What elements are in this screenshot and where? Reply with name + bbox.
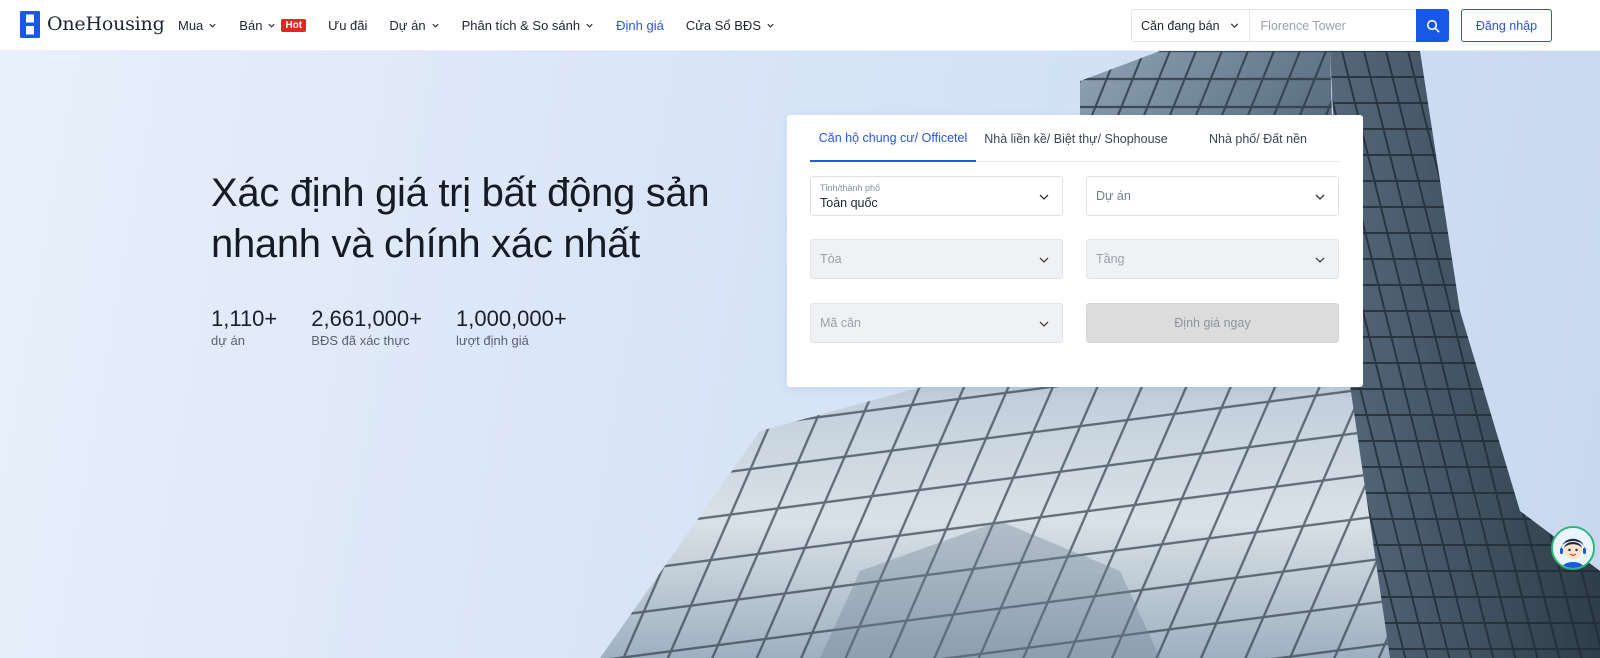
property-type-tabs: Căn hộ chung cư/ Officetel Nhà liền kề/ … [810, 115, 1340, 162]
nav-item-label: Cửa Sổ BĐS [685, 18, 761, 33]
search-icon [1426, 19, 1439, 32]
hero-headline-line-2: nhanh và chính xác nhất [211, 222, 640, 266]
nav-item-label: Ưu đãi [328, 18, 368, 33]
nav-item-label: Mua [178, 18, 204, 33]
unit-code-select[interactable]: Mã căn [810, 303, 1063, 343]
login-button[interactable]: Đăng nhập [1461, 9, 1552, 42]
tab-townhouse-villa[interactable]: Nhà liền kề/ Biệt thự/ Shophouse [976, 115, 1176, 162]
city-select-label: Tỉnh/thành phố [820, 183, 881, 193]
brand-logo[interactable]: OneHousing [20, 10, 165, 38]
tower-select[interactable]: Tòa [810, 239, 1063, 279]
nav-item-du-an[interactable]: Dự án [389, 18, 439, 33]
brand-name: OneHousing [47, 13, 165, 35]
chevron-down-icon [431, 23, 439, 28]
stat-projects: 1,110+ dự án [211, 305, 277, 348]
hot-badge: Hot [281, 19, 307, 32]
hero-headline: Xác định giá trị bất động sản nhanh và c… [211, 168, 771, 270]
chevron-down-icon [268, 23, 276, 28]
support-chat-button[interactable] [1551, 526, 1595, 570]
chevron-down-icon [1039, 321, 1049, 327]
chevron-down-icon [1315, 257, 1325, 263]
nav-item-dinh-gia[interactable]: Định giá [616, 18, 664, 33]
nav-item-phan-tich[interactable]: Phân tích & So sánh [462, 18, 595, 33]
floor-select[interactable]: Tầng [1086, 239, 1339, 279]
stat-label: lượt định giá [456, 333, 529, 348]
chevron-down-icon [1315, 194, 1325, 200]
chevron-down-icon [1039, 257, 1049, 263]
support-chat-avatar-icon [1553, 528, 1593, 568]
top-header: OneHousing Mua Bán Hot Ưu đãi Dự án Phân… [0, 0, 1600, 51]
chevron-down-icon [1039, 194, 1049, 200]
nav-item-label: Phân tích & So sánh [461, 18, 581, 33]
stat-value: 1,110+ [211, 306, 278, 331]
stat-label: dự án [211, 333, 246, 348]
chevron-down-icon [209, 23, 216, 28]
nav-item-label: Bán [239, 18, 263, 33]
main-nav: Mua Bán Hot Ưu đãi Dự án Phân tích & So … [178, 0, 797, 51]
hero-headline-line-1: Xác định giá trị bất động sản [211, 171, 710, 215]
chevron-down-icon [586, 23, 593, 28]
stat-valuations: 1,000,000+ lượt định giá [456, 305, 567, 348]
onehousing-logo-icon [20, 10, 40, 38]
nav-item-ban[interactable]: Bán Hot [239, 18, 307, 33]
chevron-down-icon [767, 23, 774, 28]
search-category-label: Căn đang bán [1141, 18, 1220, 33]
stat-label: BĐS đã xác thực [311, 333, 410, 348]
tab-apartment[interactable]: Căn hộ chung cư/ Officetel [810, 115, 976, 162]
tab-house-land[interactable]: Nhà phố/ Đất nền [1176, 115, 1340, 162]
city-select-value: Toàn quốc [820, 196, 878, 210]
city-select[interactable]: Tỉnh/thành phố Toàn quốc [810, 176, 1063, 216]
stat-value: 2,661,000+ [311, 306, 423, 331]
chevron-down-icon [1230, 23, 1238, 29]
nav-item-uu-dai[interactable]: Ưu đãi [328, 18, 367, 33]
valuate-now-button[interactable]: Định giá ngay [1086, 303, 1339, 343]
header-search-bar: Căn đang bán [1131, 9, 1416, 42]
hero-section: Xác định giá trị bất động sản nhanh và c… [0, 51, 1600, 658]
stat-value: 1,000,000+ [456, 306, 567, 331]
project-select[interactable]: Dự án [1086, 176, 1339, 216]
project-select-placeholder: Dự án [1096, 189, 1131, 203]
stat-verified-properties: 2,661,000+ BĐS đã xác thực [311, 305, 422, 348]
nav-item-label: Định giá [616, 18, 664, 33]
nav-item-mua[interactable]: Mua [178, 18, 217, 33]
hero-stats: 1,110+ dự án 2,661,000+ BĐS đã xác thực … [211, 305, 601, 348]
nav-item-label: Dự án [389, 18, 426, 33]
unit-code-select-placeholder: Mã căn [820, 316, 861, 330]
nav-item-cua-so-bds[interactable]: Cửa Sổ BĐS [686, 18, 775, 33]
search-category-select[interactable]: Căn đang bán [1132, 10, 1250, 41]
valuation-form-card: Căn hộ chung cư/ Officetel Nhà liền kề/ … [787, 115, 1363, 387]
floor-select-placeholder: Tầng [1096, 252, 1125, 266]
search-button[interactable] [1416, 9, 1449, 42]
tower-select-placeholder: Tòa [820, 252, 842, 266]
search-input[interactable] [1249, 10, 1415, 41]
